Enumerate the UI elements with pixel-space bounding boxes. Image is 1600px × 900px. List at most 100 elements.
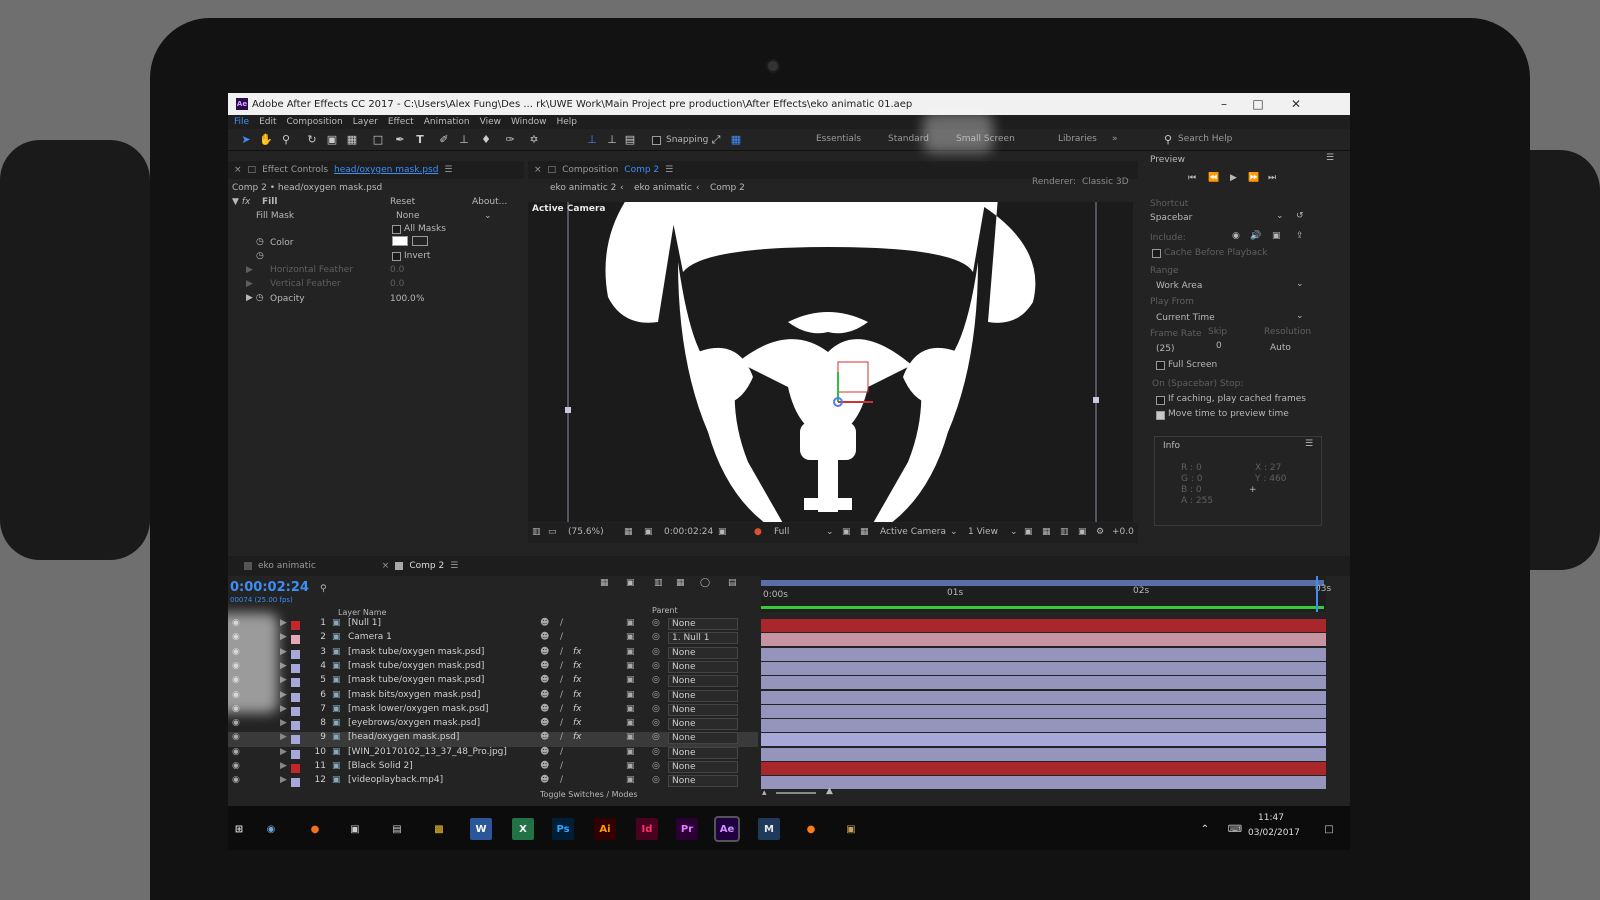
eyedropper-icon[interactable]	[412, 236, 428, 246]
3d-layer-switch-icon[interactable]: ▣	[626, 775, 635, 785]
menu-animation[interactable]: Animation	[424, 117, 470, 127]
expand-arrow-icon[interactable]: ▶	[246, 265, 253, 275]
visibility-eye-icon[interactable]: ◉	[232, 775, 240, 785]
parent-pickwhip-icon[interactable]: ◎	[652, 761, 660, 771]
effect-expand-icon[interactable]: ▼ fx	[232, 197, 250, 207]
panel-menu-icon[interactable]: ☰	[1305, 439, 1313, 449]
snap-grid-icon[interactable]: ▦	[728, 132, 744, 148]
draft-3d-icon[interactable]: ▣	[626, 578, 635, 588]
resolution-dropdown[interactable]: Auto	[1270, 343, 1291, 353]
quality-switch-icon[interactable]: /	[560, 732, 563, 742]
3d-layer-switch-icon[interactable]: ▣	[626, 647, 635, 657]
explorer-icon[interactable]: ▤	[386, 818, 408, 840]
layer-name[interactable]: [mask lower/oxygen mask.psd]	[348, 704, 489, 714]
composition-tab-comp[interactable]: Comp 2	[624, 165, 659, 175]
chevron-down-icon[interactable]: ⌄	[1276, 211, 1284, 221]
expand-arrow-icon[interactable]: ▶ ◷	[246, 293, 264, 303]
label-color-swatch[interactable]	[291, 721, 300, 731]
effect-switch-icon[interactable]: fx	[573, 675, 582, 685]
layer-duration-bar[interactable]	[761, 762, 1326, 775]
minimize-button[interactable]: –	[1206, 93, 1242, 115]
layer-duration-bar[interactable]	[761, 704, 1326, 718]
layer-name[interactable]: [mask tube/oxygen mask.psd]	[348, 675, 484, 685]
toggle-pixel-aspect-icon[interactable]: ▣	[1024, 527, 1033, 537]
3d-layer-switch-icon[interactable]: ▣	[626, 761, 635, 771]
visibility-eye-icon[interactable]: ◉	[232, 732, 240, 742]
playhead[interactable]	[1316, 576, 1318, 612]
if-caching-checkbox[interactable]	[1156, 396, 1165, 405]
layer-row[interactable]: ◉▶4▣[mask tube/oxygen mask.psd]☻/fx▣◎Non…	[228, 660, 758, 675]
folder-icon[interactable]: ▩	[428, 818, 450, 840]
parent-dropdown[interactable]: None	[668, 761, 738, 773]
parent-pickwhip-icon[interactable]: ◎	[652, 718, 660, 728]
quality-switch-icon[interactable]: /	[560, 632, 563, 642]
frame-blending-icon[interactable]: ▦	[676, 578, 685, 588]
pan-behind-tool-icon[interactable]: ▦	[344, 132, 360, 148]
quality-switch-icon[interactable]: /	[560, 661, 563, 671]
renderer-value[interactable]: Classic 3D	[1082, 177, 1129, 187]
menu-help[interactable]: Help	[556, 117, 577, 127]
menu-edit[interactable]: Edit	[259, 117, 276, 127]
notification-icon[interactable]: □	[1318, 818, 1340, 840]
effect-controls-layer[interactable]: head/oxygen mask.psd	[334, 165, 438, 175]
quality-switch-icon[interactable]: /	[560, 775, 563, 785]
full-screen-checkbox[interactable]	[1156, 361, 1165, 370]
3d-layer-switch-icon[interactable]: ▣	[626, 690, 635, 700]
layer-duration-bar[interactable]	[761, 719, 1326, 733]
close-tab-icon[interactable]: ×	[234, 165, 242, 175]
shy-switch-icon[interactable]: ☻	[540, 618, 549, 628]
layer-row[interactable]: ◉▶6▣[mask bits/oxygen mask.psd]☻/fx▣◎Non…	[228, 689, 758, 704]
expand-arrow-icon[interactable]: ▶	[280, 718, 287, 728]
quality-switch-icon[interactable]: /	[560, 704, 563, 714]
shy-switch-icon[interactable]: ☻	[540, 632, 549, 642]
expand-arrow-icon[interactable]: ▶	[246, 279, 253, 289]
skip-dropdown[interactable]: 0	[1216, 341, 1222, 351]
camera-view-dropdown[interactable]: Active Camera	[880, 527, 946, 537]
time-ruler[interactable]: 0:00s 01s 02s 03s	[761, 576, 1331, 612]
muse-icon[interactable]: M	[758, 818, 780, 840]
toggle-switches-modes[interactable]: Toggle Switches / Modes	[540, 790, 638, 799]
expand-arrow-icon[interactable]: ▶	[280, 618, 287, 628]
exposure-icon[interactable]: ⚙	[1096, 527, 1104, 537]
parent-pickwhip-icon[interactable]: ◎	[652, 675, 660, 685]
effect-switch-icon[interactable]: fx	[573, 704, 582, 714]
resolution-dropdown[interactable]: Full	[774, 527, 789, 537]
3d-layer-switch-icon[interactable]: ▣	[626, 675, 635, 685]
chevron-down-icon[interactable]: ⌄	[826, 527, 834, 537]
lock-icon[interactable]: □	[248, 165, 257, 175]
quality-switch-icon[interactable]: /	[560, 718, 563, 728]
expand-arrow-icon[interactable]: ▶	[280, 632, 287, 642]
composition-tab-label[interactable]: Composition	[562, 165, 618, 175]
next-frame-icon[interactable]: ⏩	[1248, 173, 1259, 183]
layer-name[interactable]: [videoplayback.mp4]	[348, 775, 443, 785]
include-video-icon[interactable]: ◉	[1232, 231, 1240, 241]
timeline-tab-comp-2[interactable]: Comp 2	[409, 561, 444, 571]
quality-switch-icon[interactable]: /	[560, 690, 563, 700]
label-color-swatch[interactable]	[291, 621, 300, 630]
search-icon[interactable]: ⚲	[320, 584, 327, 594]
effect-switch-icon[interactable]: fx	[573, 718, 582, 728]
after-effects-icon[interactable]: Ae	[714, 816, 740, 842]
world-axis-icon[interactable]: ⊥	[604, 132, 620, 148]
layer-duration-bar[interactable]	[761, 676, 1326, 690]
parent-pickwhip-icon[interactable]: ◎	[652, 690, 660, 700]
shy-switch-icon[interactable]: ☻	[540, 761, 549, 771]
chevron-down-icon[interactable]: ⌄	[1010, 527, 1018, 537]
parent-pickwhip-icon[interactable]: ◎	[652, 632, 660, 642]
shy-switch-icon[interactable]: ☻	[540, 732, 549, 742]
zoom-tool-icon[interactable]: ⚲	[278, 132, 294, 148]
menu-effect[interactable]: Effect	[388, 117, 414, 127]
layer-row[interactable]: ◉ ▶ 10 ▣ [WIN_20170102_13_37_48_Pro.jpg] ☻ / ▣ ◎…	[228, 746, 758, 761]
3d-layer-switch-icon[interactable]: ▣	[626, 704, 635, 714]
label-color-swatch[interactable]	[291, 663, 300, 673]
3d-layer-switch-icon[interactable]: ▣	[626, 618, 635, 628]
layer-row[interactable]: ◉ ▶ 9 ▣ [head/oxygen mask.psd] ☻ / fx ▣ ◎ None	[228, 732, 758, 747]
quality-switch-icon[interactable]: /	[560, 647, 563, 657]
layer-row[interactable]: ◉▶1▣[Null 1]☻/▣◎None	[228, 618, 758, 632]
layer-row[interactable]: ◉▶2▣Camera 1☻/▣◎1. Null 1	[228, 632, 758, 646]
parent-dropdown[interactable]: None	[668, 689, 738, 702]
quality-switch-icon[interactable]: /	[560, 618, 563, 628]
layer-row[interactable]: ◉▶5▣[mask tube/oxygen mask.psd]☻/fx▣◎Non…	[228, 675, 758, 689]
first-frame-icon[interactable]: ⏮	[1188, 173, 1196, 183]
effect-switch-icon[interactable]: fx	[573, 661, 582, 671]
